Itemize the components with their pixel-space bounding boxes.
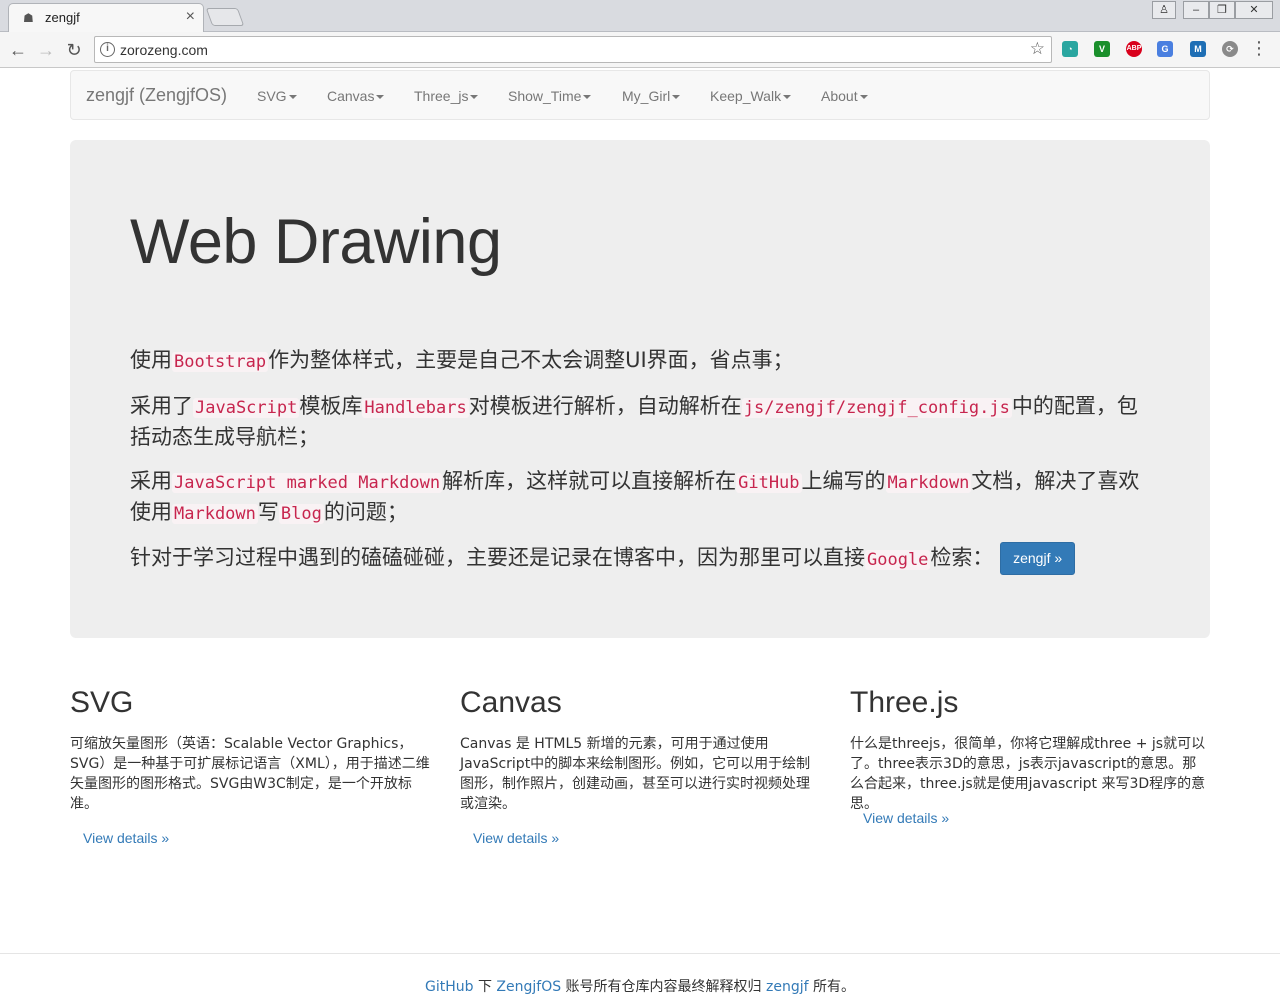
minimize-button[interactable]: – <box>1183 1 1209 19</box>
column-title: SVG <box>70 686 134 719</box>
caret-down-icon <box>859 95 868 100</box>
chrome-menu-icon[interactable]: ⋮ <box>1250 38 1268 59</box>
column-text: Canvas 是 HTML5 新增的元素，可用于通过使用JavaScript中的… <box>460 736 811 812</box>
column-text: 可缩放矢量图形（英语：Scalable Vector Graphics，SVG）… <box>70 736 430 812</box>
footer: GitHub 下 ZengjfOS 账号所有仓库内容最终解释权归 zengjf … <box>0 976 1280 995</box>
intro-paragraph-1: 使用 Bootstrap作为整体样式，主要是自己不太会调整UI界面，省点事； <box>130 348 794 372</box>
navbar-brand[interactable]: zengjf (ZengjfOS) <box>86 85 227 106</box>
address-bar[interactable]: i zorozeng.com ☆ <box>94 36 1052 63</box>
intro-paragraph-4: 针对于学习过程中遇到的磕磕碰碰，主要还是记录在博客中，因为那里可以直接 Googl… <box>130 542 1150 575</box>
feature-column-canvas: Canvas Canvas 是 HTML5 新增的元素，可用于通过使用JavaS… <box>460 686 820 846</box>
new-tab-button[interactable] <box>205 8 245 26</box>
tab-title: zengjf <box>45 10 80 25</box>
footer-divider <box>0 953 1280 954</box>
footer-text: 所有。 <box>808 979 856 995</box>
zengjfos-link[interactable]: ZengjfOS <box>496 979 561 995</box>
caret-down-icon <box>470 95 479 100</box>
intro-paragraph-3: 采用 JavaScript marked Markdown解析库，这样就可以直接解… <box>130 469 1140 524</box>
browser-tab[interactable]: ☗ zengjf × <box>8 3 204 32</box>
nav-item-three-js[interactable]: Three_js <box>414 88 479 104</box>
view-details-button[interactable]: View details » <box>863 810 949 826</box>
view-details-button[interactable]: View details » <box>473 830 559 846</box>
footer-text: 下 <box>473 979 497 995</box>
page-title: Web Drawing <box>130 207 502 277</box>
favicon-icon: ☗ <box>23 11 34 25</box>
page-content: zengjf (ZengjfOS) SVG Canvas Three_js Sh… <box>0 68 1280 995</box>
view-details-button[interactable]: View details » <box>83 830 169 846</box>
jumbotron: Web Drawing 使用 Bootstrap作为整体样式，主要是自己不太会调整… <box>70 140 1210 638</box>
url-text[interactable]: zorozeng.com <box>120 42 208 58</box>
forward-icon[interactable]: → <box>34 38 58 62</box>
github-link[interactable]: GitHub <box>425 979 474 995</box>
profile-icon[interactable]: ♙ <box>1152 1 1176 19</box>
nav-item-canvas[interactable]: Canvas <box>327 88 385 104</box>
zengjf-button[interactable]: zengjf » <box>1000 542 1076 575</box>
adblock-icon[interactable]: ABP <box>1126 41 1142 57</box>
info-icon[interactable]: i <box>100 42 115 57</box>
column-text: 什么是threejs，很简单，你将它理解成three + js就可以了。thre… <box>850 736 1206 812</box>
translate-icon[interactable]: G <box>1157 41 1173 57</box>
site-navbar: zengjf (ZengjfOS) SVG Canvas Three_js Sh… <box>70 70 1210 120</box>
reload-icon[interactable]: ↻ <box>62 38 86 62</box>
nav-item-show-time[interactable]: Show_Time <box>508 88 592 104</box>
nav-item-svg[interactable]: SVG <box>257 88 297 104</box>
nav-item-my-girl[interactable]: My_Girl <box>622 88 681 104</box>
intro-paragraph-2: 采用了 JavaScript模板库 Handlebars对模板进行解析，自动解析在 j… <box>130 394 1138 449</box>
restore-button[interactable]: ❐ <box>1209 1 1235 19</box>
extension-cast-icon[interactable]: ◔ <box>1062 41 1078 57</box>
close-tab-icon[interactable]: × <box>186 8 195 26</box>
feature-column-svg: SVG 可缩放矢量图形（英语：Scalable Vector Graphics，… <box>70 686 430 846</box>
extension-v-icon[interactable]: V <box>1094 41 1110 57</box>
nav-item-about[interactable]: About <box>821 88 868 104</box>
extension-m-icon[interactable]: M <box>1190 41 1206 57</box>
column-title: Three.js <box>850 686 959 719</box>
bookmark-star-icon[interactable]: ☆ <box>1030 39 1045 59</box>
extension-sync-icon[interactable]: ⟳ <box>1222 41 1238 57</box>
close-window-button[interactable]: ✕ <box>1235 1 1273 19</box>
tab-strip: ☗ zengjf × ♙ – ❐ ✕ <box>0 0 1280 32</box>
footer-text: 账号所有仓库内容最终解释权归 <box>561 979 767 995</box>
column-title: Canvas <box>460 686 562 719</box>
caret-down-icon <box>672 95 681 100</box>
caret-down-icon <box>376 95 385 100</box>
browser-toolbar: ← → ↻ i zorozeng.com ☆ ◔ V ABP G M ⟳ ⋮ <box>0 32 1280 68</box>
zengjf-link[interactable]: zengjf <box>766 979 809 995</box>
caret-down-icon <box>783 95 792 100</box>
caret-down-icon <box>288 95 297 100</box>
nav-item-keep-walk[interactable]: Keep_Walk <box>710 88 792 104</box>
feature-column-threejs: Three.js 什么是threejs，很简单，你将它理解成three + js… <box>850 686 1210 826</box>
caret-down-icon <box>583 95 592 100</box>
back-icon[interactable]: ← <box>6 38 30 62</box>
